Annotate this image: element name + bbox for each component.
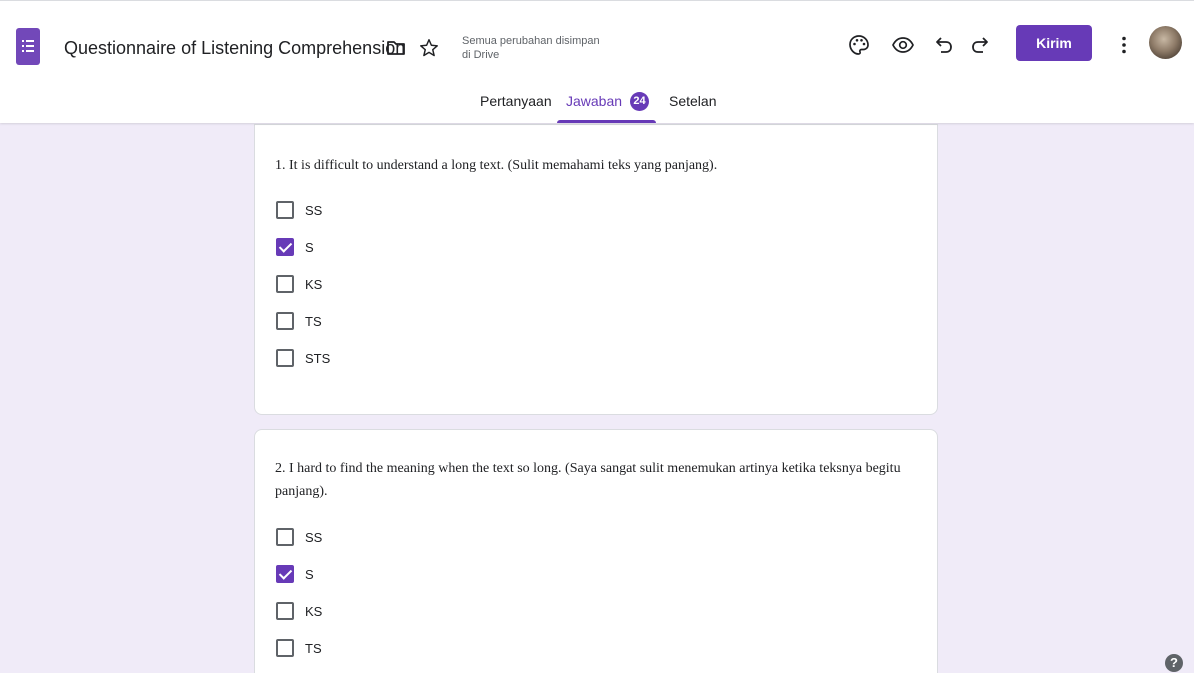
question-card: 1. It is difficult to understand a long … [254, 124, 938, 415]
option-label: S [305, 239, 314, 255]
app-header: Questionnaire of Listening Comprehension… [0, 0, 1194, 123]
option-label: TS [305, 640, 322, 656]
form-title[interactable]: Questionnaire of Listening Comprehension [64, 38, 405, 59]
palette-icon[interactable] [847, 33, 871, 57]
checkbox[interactable] [276, 201, 294, 219]
option-row[interactable]: STS [276, 349, 330, 367]
option-row[interactable]: KS [276, 275, 322, 293]
checkbox[interactable] [276, 275, 294, 293]
option-row[interactable]: S [276, 238, 314, 256]
tab-setelan-label: Setelan [669, 93, 717, 109]
undo-icon[interactable] [932, 33, 956, 57]
tab-setelan[interactable]: Setelan [669, 89, 716, 124]
more-vert-icon[interactable] [1112, 33, 1136, 57]
question-text: 2. I hard to find the meaning when the t… [275, 461, 901, 499]
folder-icon[interactable] [387, 41, 405, 55]
redo-icon[interactable] [968, 33, 992, 57]
option-label: KS [305, 603, 323, 619]
option-row[interactable]: KS [276, 602, 322, 620]
tab-pertanyaan[interactable]: Pertanyaan [480, 89, 552, 124]
checkbox[interactable] [276, 639, 294, 657]
option-row[interactable]: TS [276, 639, 322, 657]
active-tab-indicator [557, 120, 656, 123]
star-icon[interactable] [418, 37, 440, 59]
option-label: S [305, 566, 314, 582]
option-label: SS [305, 202, 323, 218]
response-count-badge: 24 [630, 92, 650, 111]
tab-bar: Pertanyaan Jawaban 24 Setelan [0, 89, 1194, 124]
checkbox-checked[interactable] [276, 238, 294, 256]
forms-logo-icon[interactable] [16, 28, 40, 65]
checkbox[interactable] [276, 528, 294, 546]
save-status-line2: di Drive [462, 49, 500, 61]
option-row[interactable]: SS [276, 528, 322, 546]
tab-pertanyaan-label: Pertanyaan [480, 93, 552, 109]
preview-eye-icon[interactable] [891, 33, 915, 57]
send-button[interactable]: Kirim [1016, 25, 1092, 61]
help-icon[interactable]: ? [1165, 654, 1183, 672]
save-status: Semua perubahan disimpan di Drive [462, 34, 600, 62]
option-row[interactable]: TS [276, 312, 322, 330]
checkbox[interactable] [276, 349, 294, 367]
save-status-line1: Semua perubahan disimpan [462, 35, 600, 47]
checkbox[interactable] [276, 312, 294, 330]
tab-jawaban-label: Jawaban [566, 93, 623, 109]
checkbox-checked[interactable] [276, 565, 294, 583]
option-label: KS [305, 276, 323, 292]
question-card: 2. I hard to find the meaning when the t… [254, 429, 938, 673]
tab-jawaban[interactable]: Jawaban 24 [566, 89, 650, 124]
option-label: STS [305, 350, 331, 366]
option-row[interactable]: SS [276, 201, 322, 219]
checkbox[interactable] [276, 602, 294, 620]
option-label: TS [305, 313, 322, 329]
question-text: 1. It is difficult to understand a long … [275, 158, 718, 173]
option-row[interactable]: S [276, 565, 314, 583]
avatar[interactable] [1149, 26, 1182, 59]
option-label: SS [305, 529, 323, 545]
